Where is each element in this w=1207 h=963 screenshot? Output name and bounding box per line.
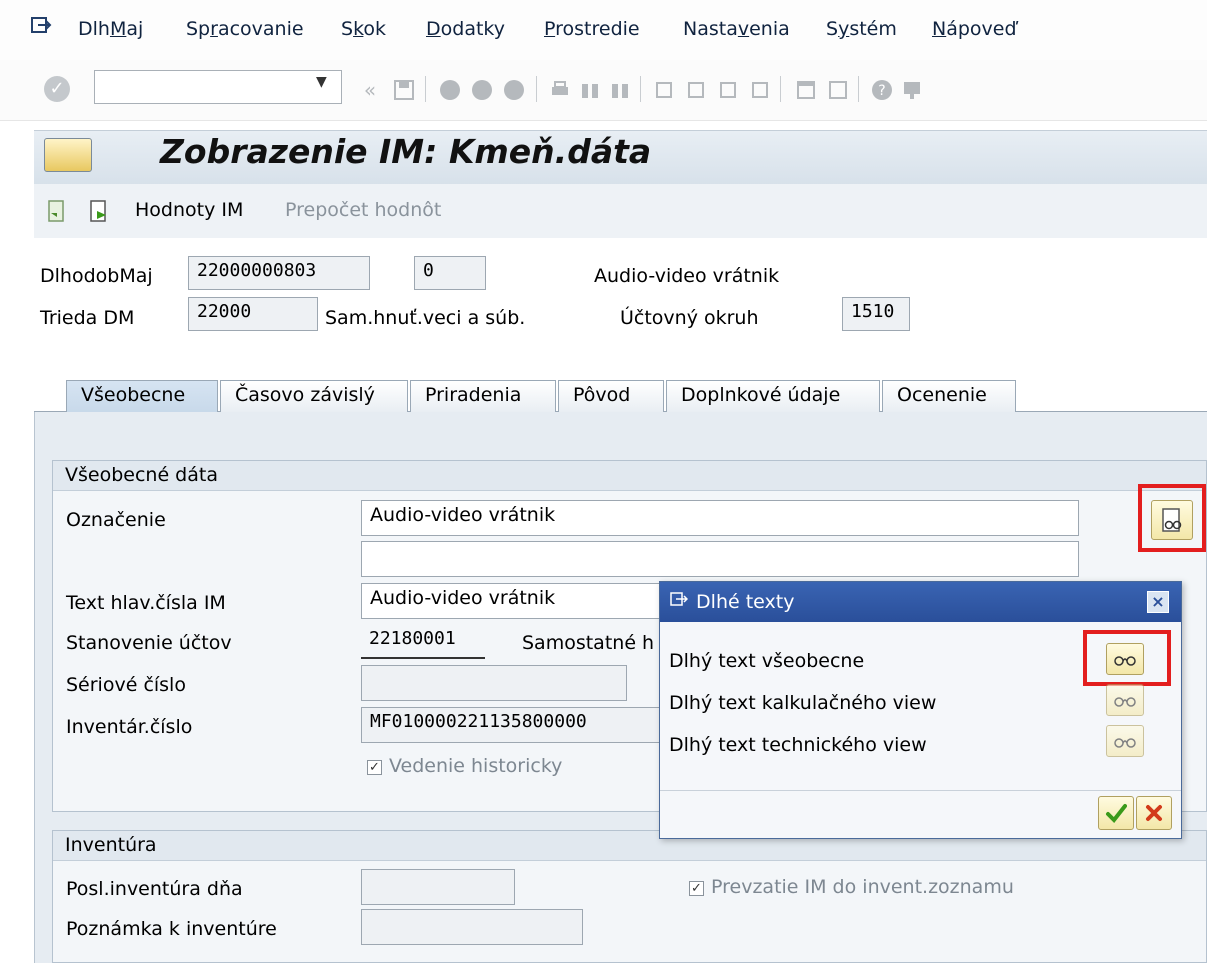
find-icon[interactable] xyxy=(578,78,602,102)
dialog-icon xyxy=(670,590,690,613)
designation-label: Označenie xyxy=(66,509,166,531)
group-title: Všeobecné dáta xyxy=(53,461,1206,491)
previous-page-icon[interactable] xyxy=(684,78,708,102)
recalculate-values-button[interactable]: Prepočet hodnôt xyxy=(285,199,441,221)
menu-icon[interactable] xyxy=(30,14,52,36)
next-asset-icon[interactable] xyxy=(88,199,108,223)
chevron-down-icon[interactable]: ▼ xyxy=(316,74,327,90)
asset-subnumber-field[interactable]: 0 xyxy=(414,256,486,290)
enter-check-icon[interactable]: ✓ xyxy=(44,76,70,102)
last-page-icon[interactable] xyxy=(748,78,772,102)
asset-class-field[interactable]: 22000 xyxy=(188,297,318,331)
include-inventory-checkbox[interactable]: ✓ xyxy=(689,881,704,896)
back-double-chevron-icon[interactable]: « xyxy=(358,78,382,102)
tab-povod[interactable]: Pôvod xyxy=(558,380,664,412)
page-title: Zobrazenie IM: Kmeň.dáta xyxy=(160,132,652,171)
shortcut-icon[interactable] xyxy=(826,78,850,102)
long-text-button[interactable] xyxy=(1151,500,1193,540)
long-text-cost-label: Dlhý text kalkulačného view xyxy=(669,692,937,714)
exit-icon[interactable] xyxy=(470,78,494,102)
serial-number-field[interactable] xyxy=(361,665,627,701)
toolbar-separator xyxy=(780,76,781,102)
cancel-icon[interactable] xyxy=(502,78,526,102)
menu-skok[interactable]: Skok xyxy=(341,18,386,40)
find-next-icon[interactable] xyxy=(608,78,632,102)
menu-button-icon[interactable] xyxy=(44,138,92,172)
menu-nastavenia[interactable]: Nastavenia xyxy=(683,18,790,40)
include-inventory-label: Prevzatie IM do invent.zoznamu xyxy=(711,876,1014,898)
first-page-icon[interactable] xyxy=(652,78,676,102)
toolbar-separator xyxy=(536,76,537,102)
previous-asset-icon[interactable] xyxy=(46,199,66,223)
toolbar-separator xyxy=(425,76,426,102)
last-inventory-field[interactable] xyxy=(361,869,515,905)
long-text-technical-label: Dlhý text technického view xyxy=(669,734,927,756)
svg-text:?: ? xyxy=(878,83,885,99)
back-icon[interactable] xyxy=(438,78,462,102)
dialog-footer-divider xyxy=(660,790,1181,791)
menu-spracovanie[interactable]: Spracovanie xyxy=(186,18,304,40)
print-icon[interactable] xyxy=(548,78,572,102)
asset-label: DlhodobMaj xyxy=(40,265,153,287)
inventory-note-label: Poznámka k inventúre xyxy=(66,918,277,940)
long-text-general-label: Dlhý text všeobecne xyxy=(669,650,865,672)
asset-class-label: Trieda DM xyxy=(40,307,135,329)
save-icon[interactable] xyxy=(392,78,416,102)
tab-doplnkove-udaje[interactable]: Doplnkové údaje xyxy=(666,380,880,412)
tab-priradenia[interactable]: Priradenia xyxy=(410,380,556,412)
next-page-icon[interactable] xyxy=(716,78,740,102)
designation-field[interactable]: Audio-video vrátnik xyxy=(361,500,1079,536)
menu-dodatky[interactable]: Dodatky xyxy=(426,18,505,40)
menu-system[interactable]: Systém xyxy=(826,18,897,40)
last-inventory-label: Posl.inventúra dňa xyxy=(66,878,243,900)
confirm-button[interactable] xyxy=(1098,796,1134,830)
menu-prostredie[interactable]: Prostredie xyxy=(544,18,640,40)
company-code-label: Účtovný okruh xyxy=(620,307,759,329)
tab-vseobecne[interactable]: Všeobecne xyxy=(66,380,218,412)
serial-number-label: Sériové číslo xyxy=(66,674,186,696)
tab-casovo-zavisly[interactable]: Časovo závislý xyxy=(220,380,408,412)
history-checkbox[interactable]: ✓ xyxy=(367,760,382,775)
inventory-number-label: Inventár.číslo xyxy=(66,716,193,738)
long-text-technical-button[interactable] xyxy=(1106,725,1144,757)
new-session-icon[interactable] xyxy=(794,78,818,102)
asset-class-text: Sam.hnuť.veci a súb. xyxy=(325,307,526,329)
dialog-title-bar: Dlhé texty xyxy=(660,582,1181,622)
menu-dlhmaj[interactable]: DlhMaj xyxy=(78,18,143,40)
long-text-cost-button[interactable] xyxy=(1106,684,1144,716)
asset-number-field[interactable]: 22000000803 xyxy=(188,256,370,290)
menu-napoveda[interactable]: Nápoveď xyxy=(932,18,1017,40)
account-determination-text: Samostatné h xyxy=(522,632,655,654)
account-determination-label: Stanovenie účtov xyxy=(66,632,232,654)
close-icon[interactable]: × xyxy=(1147,591,1169,613)
dialog-title: Dlhé texty xyxy=(696,591,795,613)
help-icon[interactable]: ? xyxy=(870,78,894,102)
main-text-label: Text hlav.čísla IM xyxy=(66,592,226,614)
command-field[interactable] xyxy=(94,70,342,104)
inventory-note-field[interactable] xyxy=(361,909,583,945)
long-text-general-button[interactable] xyxy=(1106,643,1144,675)
account-determination-field[interactable]: 22180001 xyxy=(361,623,485,659)
designation-field-2[interactable] xyxy=(361,541,1079,577)
cancel-button[interactable] xyxy=(1136,796,1172,830)
history-label: Vedenie historicky xyxy=(389,755,563,777)
toolbar-separator xyxy=(858,76,859,102)
toolbar-separator xyxy=(640,76,641,102)
monitor-icon[interactable] xyxy=(900,78,924,102)
tab-ocenenie[interactable]: Ocenenie xyxy=(882,380,1016,412)
inventory-number-field[interactable]: MF010000221135800000 xyxy=(361,707,661,743)
asset-description: Audio-video vrátnik xyxy=(594,265,780,287)
asset-values-button[interactable]: Hodnoty IM xyxy=(135,199,243,221)
main-text-field[interactable]: Audio-video vrátnik xyxy=(361,583,661,619)
company-code-field[interactable]: 1510 xyxy=(842,297,910,331)
